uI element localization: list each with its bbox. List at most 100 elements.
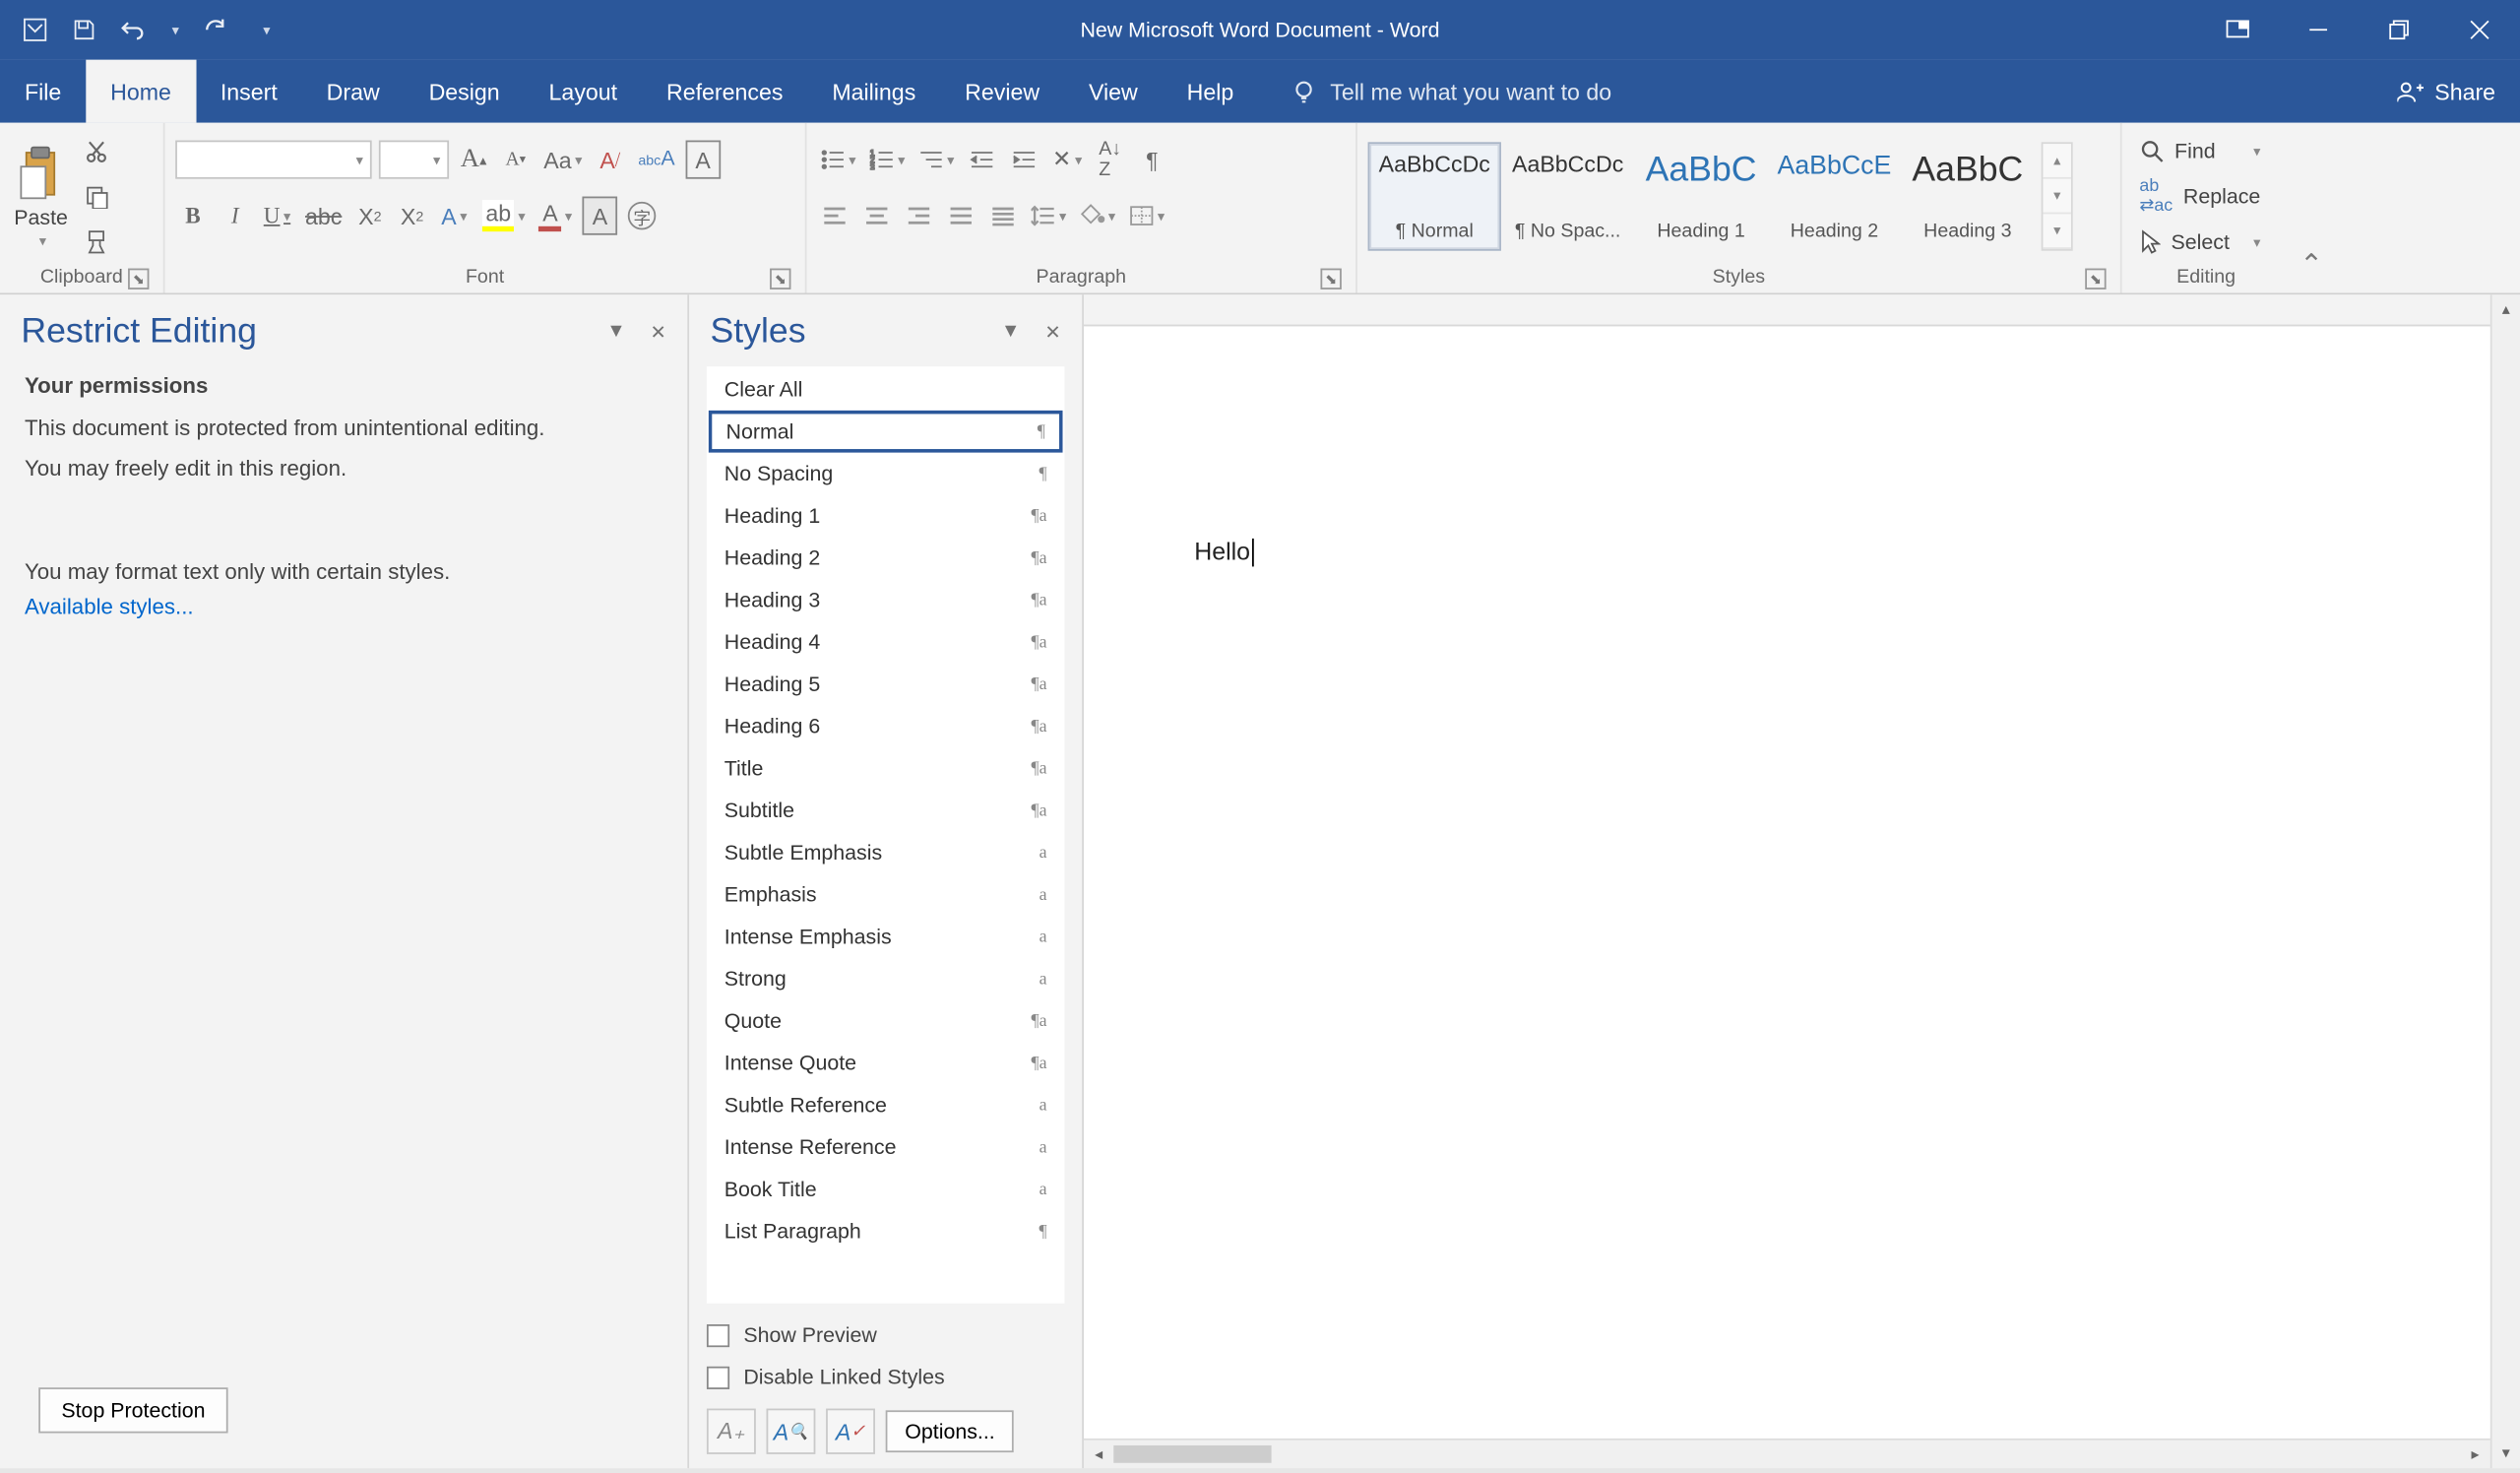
- maximize-icon[interactable]: [2359, 0, 2439, 60]
- paste-button[interactable]: Paste ▾: [11, 141, 72, 251]
- shading-button[interactable]: ▾: [1077, 197, 1119, 235]
- cut-icon[interactable]: [79, 133, 114, 168]
- style-list-item[interactable]: Heading 1¶a: [709, 494, 1063, 537]
- tab-review[interactable]: Review: [940, 60, 1064, 123]
- save-icon[interactable]: [70, 16, 98, 44]
- style-list-item[interactable]: List Paragraph¶: [709, 1210, 1063, 1252]
- style-heading-3[interactable]: AaBbCHeading 3: [1901, 142, 2034, 250]
- available-styles-link[interactable]: Available styles...: [25, 595, 662, 619]
- show-preview-checkbox[interactable]: [707, 1323, 729, 1346]
- style-list-item[interactable]: Heading 6¶a: [709, 705, 1063, 747]
- borders-button[interactable]: ▾: [1126, 197, 1168, 235]
- font-dialog-launcher[interactable]: ⬊: [770, 269, 790, 289]
- change-case-icon[interactable]: Aa▾: [540, 141, 586, 179]
- style-list-item[interactable]: Stronga: [709, 958, 1063, 1000]
- styles-options-button[interactable]: Options...: [886, 1410, 1015, 1452]
- style-list-item[interactable]: Intense Quote¶a: [709, 1042, 1063, 1084]
- styles-pane-close[interactable]: ✕: [1044, 321, 1060, 344]
- qat-autosave-icon[interactable]: [21, 16, 49, 44]
- align-left-button[interactable]: [817, 197, 852, 235]
- style-list-item[interactable]: Quote¶a: [709, 999, 1063, 1042]
- bullets-button[interactable]: ▾: [817, 141, 859, 179]
- document-viewport[interactable]: Hello: [1084, 326, 2490, 1438]
- copy-icon[interactable]: [79, 179, 114, 215]
- styles-dialog-launcher[interactable]: ⬊: [2085, 269, 2106, 289]
- document-page[interactable]: Hello: [1084, 326, 2490, 1438]
- find-button[interactable]: Find▾: [2132, 132, 2267, 170]
- style-list-item[interactable]: Intense Emphasisa: [709, 916, 1063, 958]
- show-hide-button[interactable]: ¶: [1135, 141, 1170, 179]
- style-list-item[interactable]: No Spacing¶: [709, 453, 1063, 495]
- sort-button[interactable]: A↓Z: [1093, 141, 1128, 179]
- share-button[interactable]: Share: [2398, 60, 2520, 123]
- close-icon[interactable]: [2439, 0, 2520, 60]
- styles-gallery-more[interactable]: ▴▾▾: [2042, 142, 2073, 250]
- styles-pane-options[interactable]: ▼: [1001, 321, 1020, 344]
- tab-insert[interactable]: Insert: [196, 60, 302, 123]
- decrease-indent-button[interactable]: [965, 141, 1000, 179]
- style-list-item[interactable]: Clear All: [709, 368, 1063, 411]
- align-right-button[interactable]: [902, 197, 937, 235]
- style-list-item[interactable]: Book Titlea: [709, 1168, 1063, 1210]
- font-size-combo[interactable]: ▾: [379, 141, 449, 179]
- style-list-item[interactable]: Emphasisa: [709, 873, 1063, 916]
- subscript-button[interactable]: X2: [352, 197, 388, 235]
- tab-design[interactable]: Design: [405, 60, 525, 123]
- font-color-button[interactable]: A▾: [536, 197, 575, 235]
- vscroll-down[interactable]: ▾: [2492, 1439, 2520, 1468]
- tab-view[interactable]: View: [1064, 60, 1163, 123]
- style-list-item[interactable]: Title¶a: [709, 747, 1063, 790]
- style-list-item[interactable]: Intense Referencea: [709, 1126, 1063, 1169]
- tab-draw[interactable]: Draw: [302, 60, 405, 123]
- font-name-combo[interactable]: ▾: [175, 141, 372, 179]
- clipboard-dialog-launcher[interactable]: ⬊: [128, 269, 149, 289]
- paragraph-dialog-launcher[interactable]: ⬊: [1320, 269, 1341, 289]
- tab-mailings[interactable]: Mailings: [807, 60, 940, 123]
- tab-layout[interactable]: Layout: [525, 60, 642, 123]
- bold-button[interactable]: B: [175, 197, 211, 235]
- manage-styles-button[interactable]: A✓: [826, 1409, 875, 1454]
- hscroll-left[interactable]: ◂: [1084, 1441, 1113, 1469]
- style-heading-2[interactable]: AaBbCcEHeading 2: [1768, 142, 1901, 250]
- horizontal-scrollbar[interactable]: ◂ ▸: [1084, 1439, 2490, 1468]
- highlight-button[interactable]: ab▾: [478, 197, 529, 235]
- disable-linked-checkbox[interactable]: [707, 1366, 729, 1388]
- style-list-item[interactable]: Heading 5¶a: [709, 663, 1063, 705]
- numbering-button[interactable]: 123▾: [866, 141, 909, 179]
- tab-references[interactable]: References: [642, 60, 807, 123]
- enclose-characters-button[interactable]: 字: [624, 197, 660, 235]
- undo-icon[interactable]: [119, 16, 148, 44]
- style-normal[interactable]: AaBbCcDc¶ Normal: [1368, 142, 1501, 250]
- style-list-item[interactable]: Heading 3¶a: [709, 579, 1063, 621]
- undo-dropdown[interactable]: ▾: [172, 22, 179, 37]
- tab-file[interactable]: File: [0, 60, 86, 123]
- distributed-button[interactable]: [985, 197, 1021, 235]
- style-list-item[interactable]: Subtitle¶a: [709, 790, 1063, 832]
- restrict-pane-close[interactable]: ✕: [651, 321, 666, 344]
- minimize-icon[interactable]: [2278, 0, 2359, 60]
- style-list-item[interactable]: Subtle Emphasisa: [709, 831, 1063, 873]
- clear-formatting-icon[interactable]: A⧸: [593, 141, 628, 179]
- align-center-button[interactable]: [859, 197, 895, 235]
- character-shading-button[interactable]: A: [583, 197, 618, 235]
- style-list-item[interactable]: Heading 4¶a: [709, 621, 1063, 664]
- superscript-button[interactable]: X2: [395, 197, 430, 235]
- style-list-item[interactable]: Subtle Referencea: [709, 1084, 1063, 1126]
- ribbon-display-options-icon[interactable]: [2197, 0, 2278, 60]
- style-inspector-button[interactable]: A🔍: [767, 1409, 816, 1454]
- style-no-spacing[interactable]: AaBbCcDc¶ No Spac...: [1501, 142, 1634, 250]
- horizontal-ruler[interactable]: [1084, 294, 2490, 326]
- hscroll-right[interactable]: ▸: [2460, 1441, 2489, 1469]
- collapse-ribbon-button[interactable]: ⌃: [2291, 123, 2333, 293]
- style-list-item[interactable]: Normal¶: [709, 411, 1063, 453]
- justify-button[interactable]: [943, 197, 978, 235]
- phonetic-guide-icon[interactable]: abcA: [635, 141, 678, 179]
- line-spacing-button[interactable]: ▾: [1028, 197, 1070, 235]
- style-heading-1[interactable]: AaBbCHeading 1: [1634, 142, 1767, 250]
- underline-button[interactable]: U▾: [260, 197, 295, 235]
- tell-me-search[interactable]: Tell me what you want to do: [1290, 60, 1611, 123]
- grow-font-icon[interactable]: A▴: [456, 141, 491, 179]
- character-border-icon[interactable]: A: [685, 141, 721, 179]
- document-text[interactable]: Hello: [1194, 537, 1250, 565]
- multilevel-list-button[interactable]: ▾: [915, 141, 958, 179]
